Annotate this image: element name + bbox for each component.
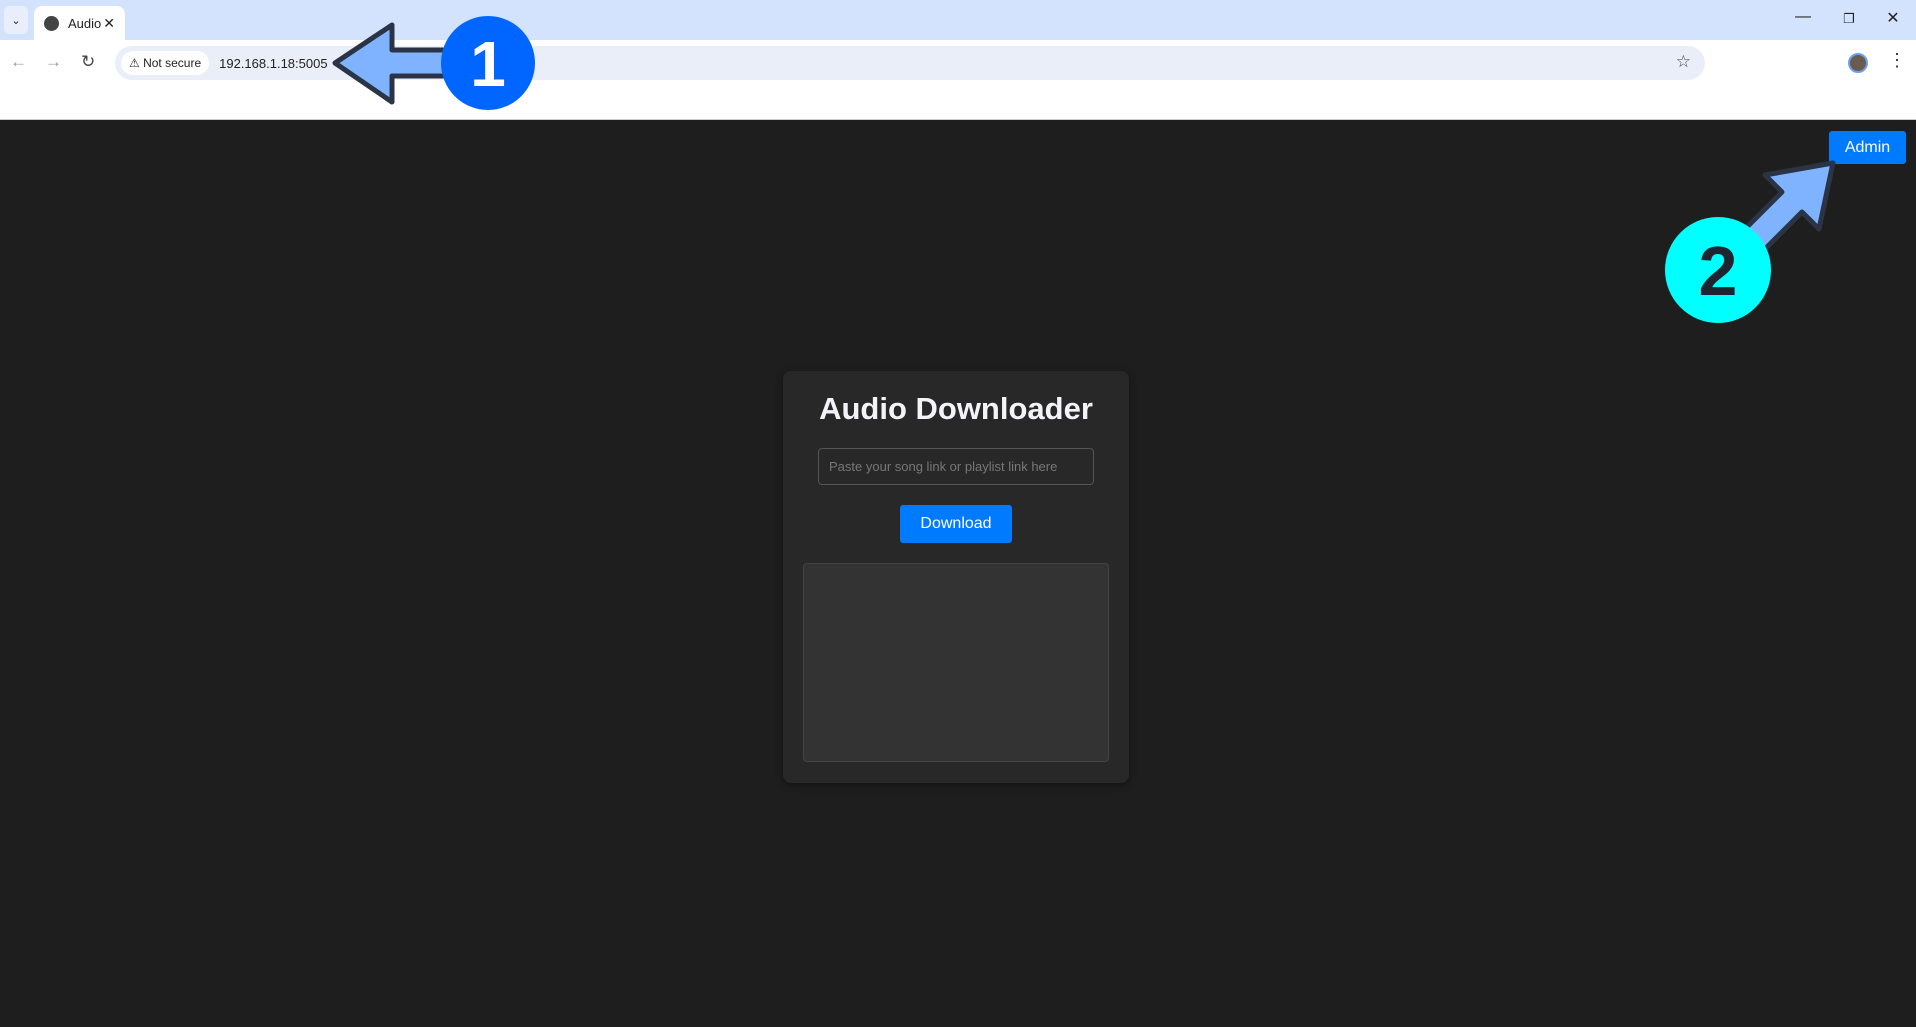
annotation-2-circle [1665,217,1771,323]
admin-button[interactable]: Admin [1829,131,1906,164]
warning-icon: ⚠ [129,56,144,70]
chevron-down-icon: ⌄ [11,14,21,27]
download-button[interactable]: Download [900,505,1012,543]
profile-avatar[interactable] [1848,53,1868,73]
url-text: 192.168.1.18:5005 [219,55,328,71]
menu-kebab-icon[interactable]: ⋮ [1888,50,1906,71]
back-icon[interactable]: ← [10,52,27,72]
close-window-icon[interactable]: ✕ [1878,8,1908,28]
link-input[interactable] [818,448,1094,485]
globe-icon [44,15,59,31]
page-title: Audio Downloader [819,391,1093,426]
tab-search-button[interactable]: ⌄ [4,6,28,34]
tab-bar: ⌄ Audio ✕ — ❐ ✕ [0,0,1916,40]
downloader-card: Audio Downloader Download [783,371,1129,783]
bookmark-star-icon[interactable]: ☆ [1676,52,1691,72]
tab-title: Audio [68,15,102,31]
security-label: Not secure [143,56,202,70]
forward-icon[interactable]: → [45,52,62,72]
security-chip[interactable]: ⚠ Not secure [121,51,210,75]
address-bar[interactable]: ⚠ Not secure 192.168.1.18:5005 ☆ [115,46,1705,80]
arrow-2-icon [1732,160,1836,262]
browser-toolbar: ← → ↻ ⚠ Not secure 192.168.1.18:5005 ☆ ⋮ [0,40,1916,120]
restore-icon[interactable]: ❐ [1834,11,1864,27]
reload-icon[interactable]: ↻ [81,52,95,72]
annotation-2-label: 2 [1699,232,1738,310]
tab-audio[interactable]: Audio ✕ [34,6,125,40]
close-tab-icon[interactable]: ✕ [103,15,115,32]
output-area [803,563,1109,762]
minimize-icon[interactable]: — [1788,8,1818,26]
